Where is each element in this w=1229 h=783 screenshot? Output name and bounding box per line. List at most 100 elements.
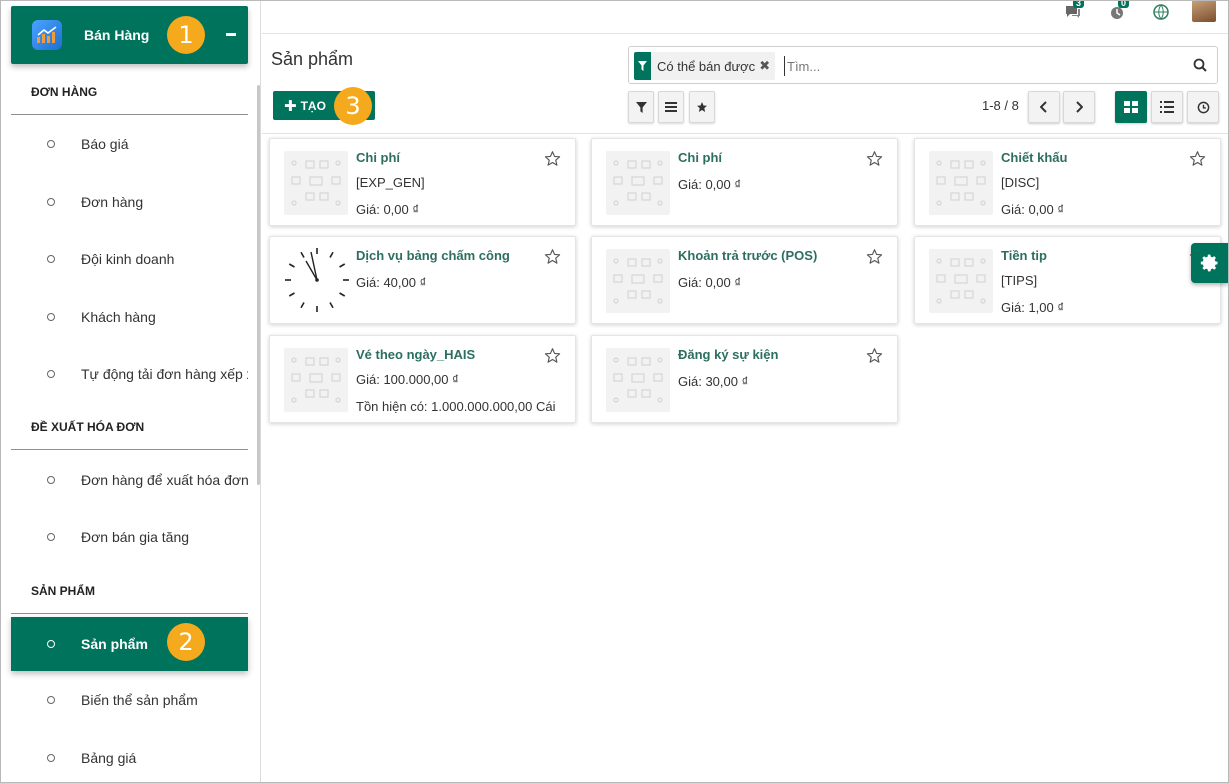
search-facet: Có thể bán được ✖	[634, 52, 776, 80]
sidebar-item-auto-load-orders[interactable]: Tự động tải đơn hàng xếp xe	[11, 354, 248, 394]
clock-product-image	[285, 248, 349, 312]
section-divider	[11, 449, 248, 450]
sidebar-item-products[interactable]: Sản phẩm	[11, 617, 248, 671]
product-detail: [DISC]	[1001, 175, 1040, 190]
sidebar-item-sales-teams[interactable]: Đội kinh doanh	[11, 239, 248, 279]
favorite-star-icon[interactable]	[544, 347, 561, 367]
product-card[interactable]: Chi phí [EXP_GEN] Giá: 0,00 ₫	[269, 138, 576, 226]
image-placeholder-icon	[606, 348, 670, 412]
sidebar: Bán Hàng 1 ĐƠN HÀNG Báo giá Đơn hàng Đội…	[0, 0, 261, 783]
circle-icon	[47, 754, 55, 762]
circle-icon	[47, 640, 55, 648]
favorite-star-icon[interactable]	[866, 150, 883, 170]
favorite-star-icon[interactable]	[544, 150, 561, 170]
product-detail: Tồn hiện có: 1.000.000.000,00 Cái	[356, 399, 556, 414]
remove-facet-icon[interactable]: ✖	[759, 58, 770, 74]
messages-counter: 3	[1072, 0, 1084, 8]
sidebar-item-pricelists[interactable]: Bảng giá	[11, 738, 248, 778]
sidebar-item-quotations[interactable]: Báo giá	[11, 124, 248, 164]
sidebar-scrollbar[interactable]	[257, 85, 260, 485]
favorite-star-icon[interactable]	[1189, 150, 1206, 170]
section-heading-products: SẢN PHẨM	[31, 584, 96, 598]
sidebar-item-upsell-orders[interactable]: Đơn bán gia tăng	[11, 517, 248, 557]
circle-icon	[47, 370, 55, 378]
pager-value[interactable]: 1-8 / 8	[982, 98, 1019, 113]
circle-icon	[47, 140, 55, 148]
search-icon[interactable]	[1193, 58, 1207, 75]
product-name[interactable]: Chiết khấu	[1001, 150, 1067, 165]
favorite-star-icon[interactable]	[866, 248, 883, 268]
product-card[interactable]: Đăng ký sự kiện Giá: 30,00 ₫	[591, 335, 898, 423]
callout-badge-1: 1	[167, 16, 205, 54]
settings-button[interactable]	[1191, 243, 1229, 283]
control-panel-divider	[262, 133, 1229, 134]
list-view-button[interactable]	[1151, 91, 1183, 123]
user-avatar[interactable]	[1192, 0, 1216, 22]
product-card[interactable]: Tiền tip [TIPS] Giá: 1,00 ₫	[914, 236, 1221, 324]
callout-badge-2: 2	[167, 623, 205, 661]
sidebar-item-orders[interactable]: Đơn hàng	[11, 182, 248, 222]
product-detail: Giá: 40,00 ₫	[356, 275, 427, 290]
filters-button[interactable]	[628, 91, 654, 123]
collapse-icon[interactable]	[226, 33, 236, 36]
product-detail: Giá: 1,00 ₫	[1001, 300, 1065, 315]
product-name[interactable]: Khoản trả trước (POS)	[678, 248, 817, 263]
activities-button[interactable]: 0	[1103, 0, 1133, 24]
app-header[interactable]: Bán Hàng	[11, 6, 248, 64]
list-icon	[1160, 101, 1174, 113]
app-title: Bán Hàng	[84, 27, 150, 43]
product-name[interactable]: Chi phí	[678, 150, 722, 165]
product-card[interactable]: Chiết khấu [DISC] Giá: 0,00 ₫	[914, 138, 1221, 226]
group-by-button[interactable]	[658, 91, 684, 123]
pager-next-button[interactable]	[1063, 91, 1095, 123]
circle-icon	[47, 255, 55, 263]
product-name[interactable]: Đăng ký sự kiện	[678, 347, 778, 362]
product-detail: Giá: 0,00 ₫	[678, 177, 742, 192]
chevron-left-icon	[1040, 101, 1047, 113]
favorite-star-icon[interactable]	[544, 248, 561, 268]
favorite-star-icon[interactable]	[866, 347, 883, 367]
product-name[interactable]: Dịch vụ bảng chấm công	[356, 248, 510, 263]
sidebar-item-customers[interactable]: Khách hàng	[11, 297, 248, 337]
chevron-right-icon	[1076, 101, 1083, 113]
image-placeholder-icon	[606, 151, 670, 215]
star-icon	[697, 102, 707, 112]
product-detail: Giá: 0,00 ₫	[356, 202, 420, 217]
callout-badge-3: 3	[334, 87, 372, 125]
kanban-view-button[interactable]	[1115, 91, 1147, 123]
circle-icon	[47, 476, 55, 484]
image-placeholder-icon	[929, 151, 993, 215]
product-card[interactable]: Chi phí Giá: 0,00 ₫	[591, 138, 898, 226]
sidebar-item-orders-to-invoice[interactable]: Đơn hàng để xuất hóa đơn	[11, 460, 248, 500]
page-title: Sản phẩm	[271, 49, 354, 69]
circle-icon	[47, 198, 55, 206]
activity-view-button[interactable]	[1187, 91, 1219, 123]
product-name[interactable]: Tiền tip	[1001, 248, 1047, 263]
product-detail: [EXP_GEN]	[356, 175, 425, 190]
section-heading-orders: ĐƠN HÀNG	[31, 85, 98, 99]
product-card[interactable]: Vé theo ngày_HAIS Giá: 100.000,00 ₫ Tồn hi…	[269, 335, 576, 423]
filter-icon	[634, 52, 651, 80]
favorites-button[interactable]	[689, 91, 715, 123]
product-detail: Giá: 100.000,00 ₫	[356, 372, 459, 387]
globe-icon	[1153, 4, 1169, 20]
product-detail: [TIPS]	[1001, 273, 1038, 288]
section-divider	[11, 114, 248, 115]
pager-previous-button[interactable]	[1028, 91, 1060, 123]
search-input[interactable]	[784, 56, 1174, 76]
gear-icon	[1200, 254, 1218, 272]
bars-icon	[665, 102, 677, 112]
messages-button[interactable]: 3	[1058, 0, 1088, 24]
top-navbar: 3 0	[262, 0, 1229, 34]
product-name[interactable]: Chi phí	[356, 150, 400, 165]
product-name[interactable]: Vé theo ngày_HAIS	[356, 347, 475, 362]
product-card[interactable]: Khoản trả trước (POS) Giá: 0,00 ₫	[591, 236, 898, 324]
circle-icon	[47, 533, 55, 541]
product-card[interactable]: Dịch vụ bảng chấm công Giá: 40,00 ₫	[269, 236, 576, 324]
product-detail: Giá: 0,00 ₫	[678, 275, 742, 290]
clock-icon	[1197, 101, 1209, 113]
plus-icon: ✚	[284, 97, 297, 115]
language-button[interactable]	[1146, 0, 1176, 24]
image-placeholder-icon	[284, 348, 348, 412]
sidebar-item-product-variants[interactable]: Biến thể sản phẩm	[11, 680, 248, 720]
